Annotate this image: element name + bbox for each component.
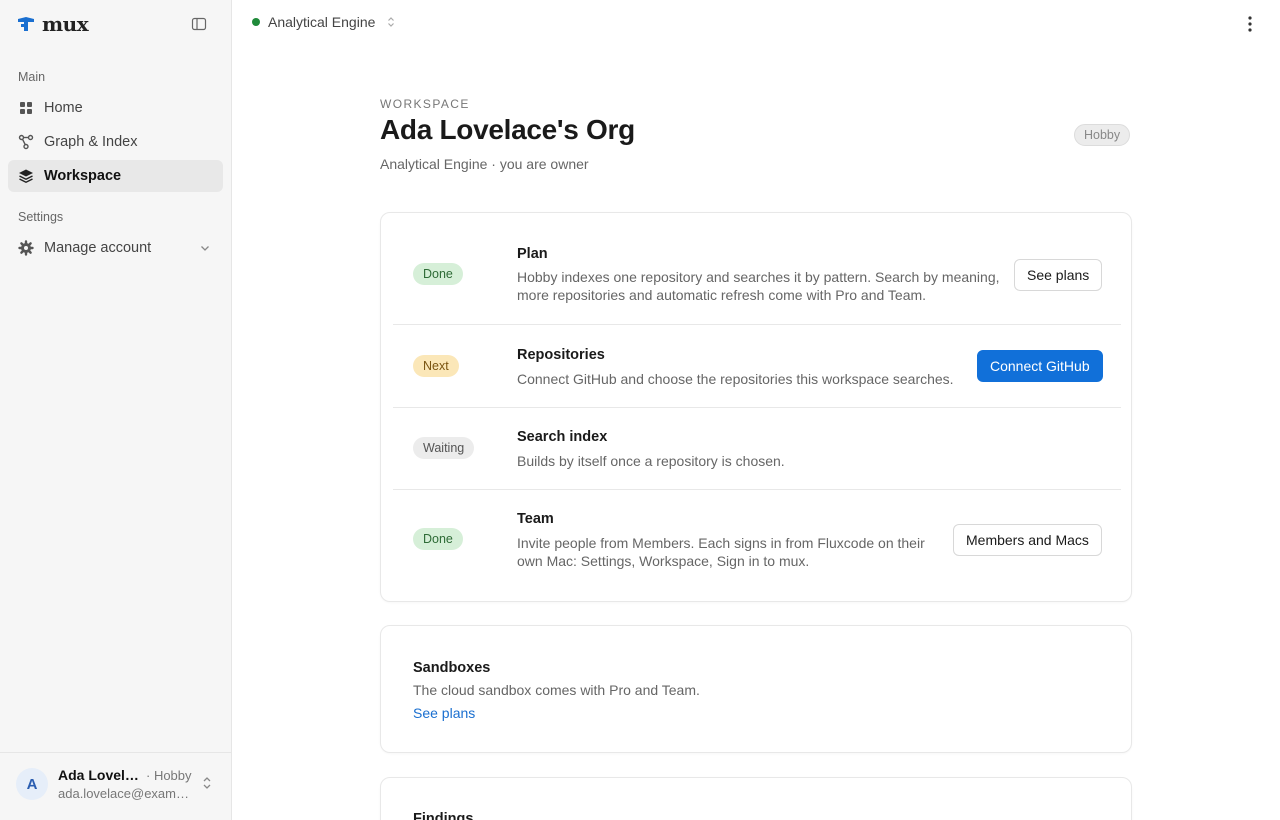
sidebar-item-label: Graph & Index <box>44 134 138 150</box>
findings-title: Findings <box>413 811 474 820</box>
members-and-macs-button[interactable]: Members and Macs <box>953 524 1102 556</box>
graph-icon <box>18 134 34 150</box>
chevron-updown-icon <box>388 17 395 27</box>
gear-icon <box>18 240 34 256</box>
page-title: Ada Lovelace's Org <box>380 114 635 145</box>
sidebar-item-label: Workspace <box>44 168 122 184</box>
chevron-down-icon <box>201 246 209 251</box>
user-info: Ada Lovelace · Hobby ada.lovelace@exampl… <box>58 767 194 801</box>
user-plan: · Hobby <box>146 768 192 783</box>
status-badge: Done <box>413 528 463 550</box>
sidebar-item-home[interactable]: Home <box>8 92 223 124</box>
step-description: Builds by itself once a repository is ch… <box>517 453 785 469</box>
sidebar-item-workspace[interactable]: Workspace <box>8 160 223 192</box>
step-title: Search index <box>517 429 608 445</box>
step-plan: Done Plan Hobby indexes one repository a… <box>393 213 1121 325</box>
step-search-index: Waiting Search index Builds by itself on… <box>393 408 1121 490</box>
status-dot <box>252 18 260 26</box>
user-email: ada.lovelace@example.com <box>58 786 194 801</box>
step-description: Connect GitHub and choose the repositori… <box>517 371 954 387</box>
sidebar: mux Main Home Graph & Index Workspace Se… <box>0 0 232 820</box>
topbar: Analytical Engine <box>232 0 1280 48</box>
brand[interactable]: mux <box>16 12 89 36</box>
status-badge: Done <box>413 263 463 285</box>
see-plans-link[interactable]: See plans <box>413 705 475 721</box>
step-title: Repositories <box>517 347 605 363</box>
setup-steps-card: Done Plan Hobby indexes one repository a… <box>380 212 1132 602</box>
step-title: Plan <box>517 246 548 262</box>
brand-name: mux <box>42 12 89 36</box>
sidebar-item-graph-index[interactable]: Graph & Index <box>8 126 223 158</box>
grid-icon <box>20 102 32 114</box>
connect-github-button[interactable]: Connect GitHub <box>977 350 1103 382</box>
sidebar-item-manage-account[interactable]: Manage account <box>8 232 223 264</box>
see-plans-button[interactable]: See plans <box>1014 259 1103 291</box>
status-badge: Next <box>413 355 459 377</box>
step-team: Done Team Invite people from Members. Ea… <box>393 490 1121 602</box>
more-vertical-icon[interactable] <box>1242 14 1258 34</box>
avatar: A <box>16 768 48 800</box>
layers-icon <box>19 169 33 183</box>
step-description: Hobby indexes one repository and searche… <box>517 269 1000 303</box>
step-description: Invite people from Members. Each signs i… <box>517 535 925 569</box>
status-badge: Waiting <box>413 437 475 459</box>
sandboxes-description: The cloud sandbox comes with Pro and Tea… <box>413 682 700 698</box>
user-name: Ada Lovelace <box>58 767 142 783</box>
sidebar-item-label: Manage account <box>44 240 152 256</box>
section-label-main: Main <box>18 70 46 84</box>
section-label-settings: Settings <box>18 210 64 224</box>
step-repositories: Next Repositories Connect GitHub and cho… <box>393 325 1121 408</box>
page-eyebrow: WORKSPACE <box>380 97 470 111</box>
step-title: Team <box>517 511 554 527</box>
sidebar-toggle-icon[interactable] <box>191 16 207 32</box>
project-switcher[interactable]: Analytical Engine <box>252 14 395 30</box>
project-name: Analytical Engine <box>268 14 376 30</box>
findings-card: Findings <box>380 777 1132 820</box>
plan-badge: Hobby <box>1074 124 1131 146</box>
page-subtitle: Analytical Engine · you are owner <box>380 156 589 172</box>
chevron-updown-icon <box>203 777 211 789</box>
mux-logo-icon <box>18 17 34 31</box>
sandboxes-title: Sandboxes <box>413 660 491 676</box>
sandboxes-card: Sandboxes The cloud sandbox comes with P… <box>380 625 1132 753</box>
user-menu[interactable]: A Ada Lovelace · Hobby ada.lovelace@exam… <box>8 752 224 816</box>
sidebar-item-label: Home <box>44 100 83 116</box>
